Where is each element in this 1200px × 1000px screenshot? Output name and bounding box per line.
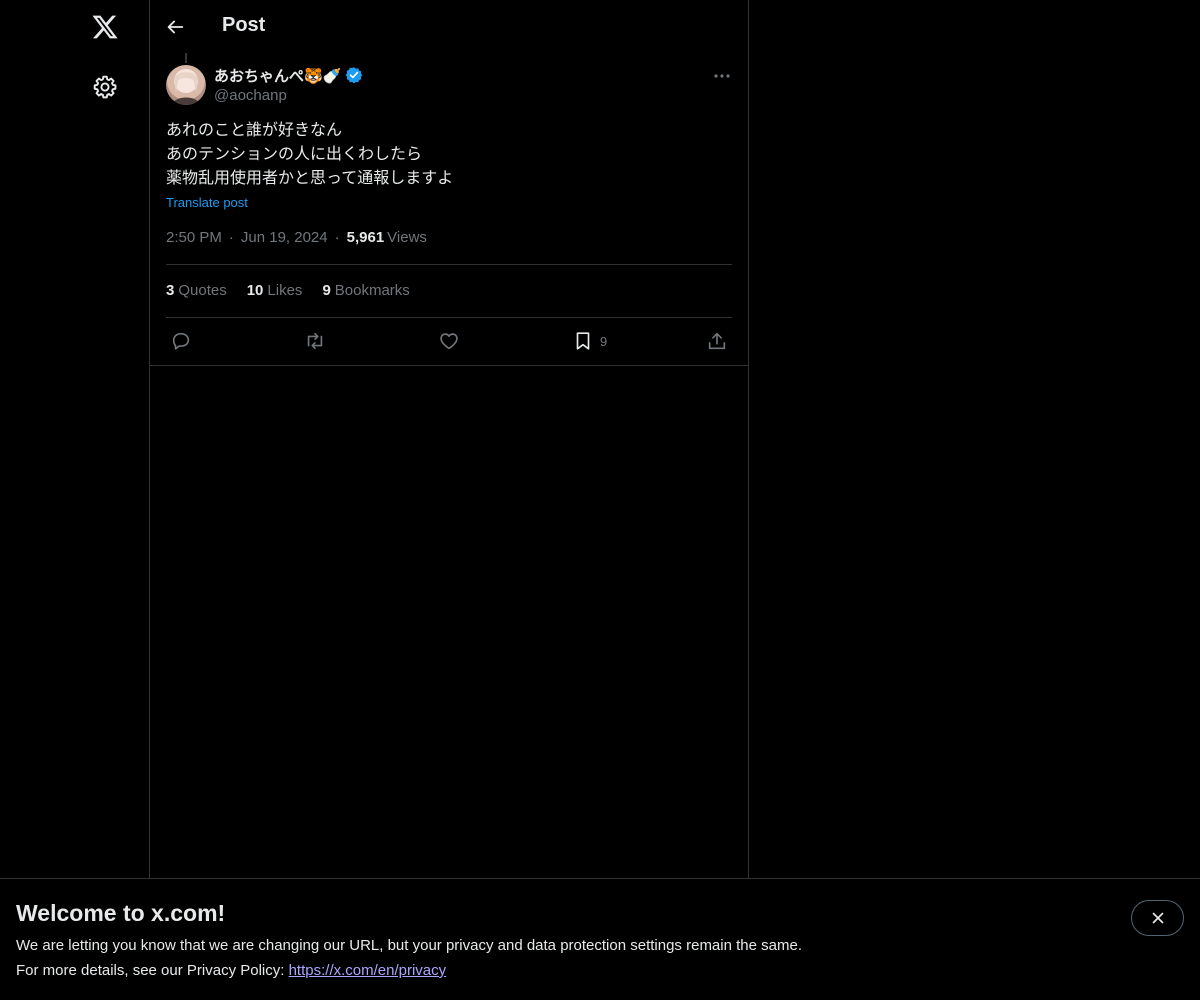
post-date[interactable]: Jun 19, 2024	[241, 229, 328, 246]
close-icon	[1152, 912, 1163, 924]
thread-line	[185, 53, 187, 63]
separator: ·	[334, 229, 340, 246]
page-title: Post	[222, 14, 266, 36]
post-stats: 3 Quotes 10 Likes 9 Bookmarks	[166, 282, 410, 299]
repost-button[interactable]	[304, 330, 326, 352]
like-button[interactable]	[438, 330, 460, 352]
privacy-policy-link[interactable]: https://x.com/en/privacy	[289, 962, 447, 979]
left-sidebar	[0, 0, 150, 1000]
avatar-image	[172, 72, 200, 105]
quotes-count: 3	[166, 282, 175, 299]
divider	[166, 264, 732, 265]
banner-message: We are letting you know that we are chan…	[16, 937, 802, 954]
bookmarks-label: Bookmarks	[334, 282, 410, 299]
avatar[interactable]	[166, 65, 206, 105]
bookmark-icon	[576, 332, 590, 350]
reply-button[interactable]	[170, 330, 192, 352]
author-name-text: あおちゃんぺ🐯🍼	[214, 67, 342, 85]
bookmarks-count: 9	[322, 282, 331, 299]
verified-badge-icon	[346, 67, 363, 84]
reply-icon	[172, 332, 190, 350]
x-logo-icon[interactable]	[91, 13, 119, 41]
bookmarks-stat[interactable]: 9 Bookmarks	[322, 282, 409, 299]
divider	[166, 317, 732, 318]
repost-icon	[307, 332, 323, 350]
banner-title: Welcome to x.com!	[16, 900, 226, 926]
bookmark-button[interactable]: 9	[572, 330, 607, 352]
likes-label: Likes	[267, 282, 303, 299]
separator: ·	[228, 229, 234, 246]
welcome-banner: Welcome to x.com! We are letting you kno…	[0, 878, 1200, 1000]
bookmark-count: 9	[600, 333, 608, 349]
post-text: あれのこと誰が好きなん あのテンションの人に出くわしたら 薬物乱用使用者かと思っ…	[166, 119, 732, 191]
author-name[interactable]: あおちゃんぺ🐯🍼	[214, 65, 363, 85]
post-line: あれのこと誰が好きなん	[166, 122, 343, 139]
quotes-stat[interactable]: 3 Quotes	[166, 282, 227, 299]
post-metadata: 2:50 PM · Jun 19, 2024 · 5,961 Views	[166, 229, 427, 246]
post-line: 薬物乱用使用者かと思って通報しますよ	[166, 170, 454, 187]
translate-post-link[interactable]: Translate post	[166, 195, 248, 210]
more-horizontal-icon[interactable]	[712, 66, 732, 86]
banner-privacy-note: For more details, see our Privacy Policy…	[16, 962, 446, 979]
author-handle[interactable]: @aochanp	[214, 87, 287, 104]
divider	[150, 365, 748, 366]
arrow-left-icon[interactable]	[164, 16, 186, 38]
post-column: Post あおちゃんぺ🐯🍼 @aochanp あれのこと誰が好きなん あのテンシ…	[150, 0, 749, 1000]
heart-icon	[440, 333, 458, 350]
likes-stat[interactable]: 10 Likes	[247, 282, 303, 299]
likes-count: 10	[246, 282, 264, 299]
banner-privacy-prefix: For more details, see our Privacy Policy…	[16, 962, 289, 979]
post-line: あのテンションの人に出くわしたら	[166, 146, 423, 163]
views-label: Views	[387, 229, 427, 246]
views-count: 5,961	[346, 229, 385, 246]
quotes-label: Quotes	[178, 282, 227, 299]
close-banner-button[interactable]	[1131, 900, 1184, 936]
post-header: Post	[150, 0, 748, 53]
gear-icon[interactable]	[92, 74, 118, 100]
share-icon	[708, 332, 726, 350]
action-bar: 9	[166, 330, 732, 354]
share-button[interactable]	[706, 330, 728, 352]
post-time[interactable]: 2:50 PM	[166, 229, 222, 246]
